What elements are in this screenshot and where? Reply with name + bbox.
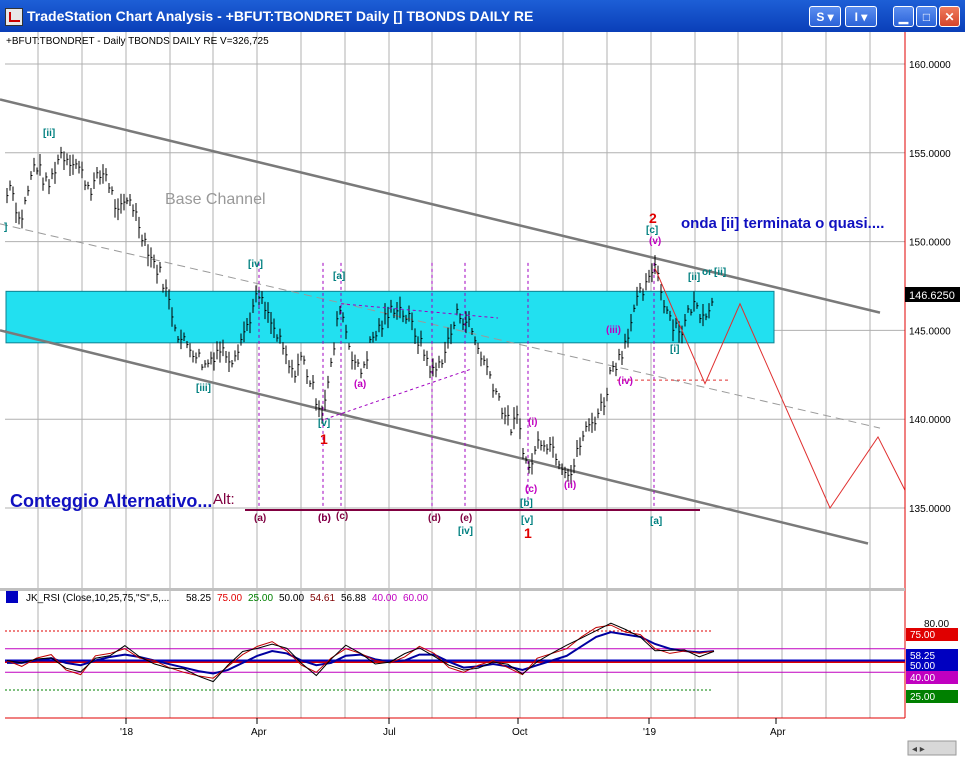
time-tick-label: '18: [120, 727, 133, 738]
wave-label: or: [702, 267, 712, 278]
wave-label: [ii]: [43, 128, 55, 139]
minimize-icon: ▁: [898, 10, 909, 24]
i-menu-button[interactable]: I ▾: [845, 6, 877, 27]
conteggio-annotation: Conteggio Alternativo...: [10, 491, 212, 511]
wave-label: [a]: [333, 271, 345, 282]
pane-divider[interactable]: [0, 588, 905, 591]
price-tick-label: 140.0000: [909, 415, 951, 426]
cyan-zone: [5, 290, 775, 344]
time-axis: '18 Apr Jul Oct '19 Apr: [120, 718, 786, 738]
indicator-value: 60.00: [403, 593, 428, 604]
wave-label: (iii): [606, 325, 621, 336]
time-tick-label: '19: [643, 727, 656, 738]
maximize-icon: □: [922, 10, 931, 24]
wave-label: [c]: [646, 225, 658, 236]
wave-label: (d): [428, 513, 441, 524]
wave-label: [a]: [650, 516, 662, 527]
window-title: TradeStation Chart Analysis - +BFUT:TBON…: [27, 8, 534, 24]
time-tick-label: Apr: [770, 727, 786, 738]
price-tick-label: 155.0000: [909, 149, 951, 160]
indicator-value: 58.25: [186, 593, 211, 604]
wave-label: 2: [649, 210, 657, 226]
wave-label: [v]: [318, 418, 330, 429]
indicator-value: 25.00: [248, 593, 273, 604]
wave-label: 1: [320, 431, 328, 447]
wave-label: (ii): [564, 480, 576, 491]
indicator-value: 50.00: [279, 593, 304, 604]
wave-label: [i]: [670, 344, 679, 355]
minimize-button[interactable]: ▁: [893, 6, 914, 27]
s-menu-button[interactable]: S ▾: [809, 6, 841, 27]
wave-label: [b]: [520, 498, 533, 509]
wave-label: [iii]: [196, 383, 211, 394]
rsi-value-badge-text: 75.00: [910, 630, 935, 641]
indicator-value: 56.88: [341, 593, 366, 604]
grid-lines: [5, 32, 905, 718]
base-channel-label: Base Channel: [165, 191, 266, 208]
price-tick-label: 160.0000: [909, 60, 951, 71]
wave-label: [iv]: [248, 259, 263, 270]
indicator-values: 58.25 75.00 25.00 50.00 54.61 56.88 40.00 60.00: [186, 593, 428, 604]
onda-annotation: onda [ii] terminata o quasi....: [681, 215, 884, 232]
maximize-button[interactable]: □: [916, 6, 937, 27]
wave-label: (a): [354, 379, 366, 390]
price-tick-label: 135.0000: [909, 504, 951, 515]
chart-header: +BFUT:TBONDRET - Daily TBONDS DAILY RE V…: [6, 36, 269, 47]
rsi-value-badge-text: 50.00: [910, 661, 935, 672]
time-tick-label: Oct: [512, 727, 528, 738]
price-chart-svg: [ii][iv][iii][a][v]1(a)(b)(i)(c)[b][v]1(…: [0, 32, 960, 756]
rsi-pane: 80.00: [5, 619, 949, 691]
wave-label: (b): [318, 513, 331, 524]
wave-label: (e): [460, 513, 472, 524]
time-tick-label: Jul: [383, 727, 396, 738]
indicator-value: 54.61: [310, 593, 335, 604]
last-price-text: 146.6250: [909, 290, 955, 302]
indicator-value: 40.00: [372, 593, 397, 604]
scroll-arrows-icon[interactable]: ◂ ▸: [912, 744, 925, 755]
wave-label: (a): [254, 513, 266, 524]
wave-label: (iv): [618, 376, 633, 387]
close-icon: ✕: [944, 10, 955, 24]
chart-area: [ii] [iv] [iii] [a] [v] 1 (a) (b) (i) (c) [b] [v] 1(…: [0, 32, 965, 761]
rsi-value-badge-text: 25.00: [910, 692, 935, 703]
indicator-color-icon: [6, 591, 18, 603]
wave-label: (i): [528, 417, 537, 428]
wave-label: (c): [525, 484, 537, 495]
wave-label: [ii]: [714, 267, 726, 278]
price-tick-label: 145.0000: [909, 326, 951, 337]
close-button[interactable]: ✕: [939, 6, 960, 27]
wave-label: (v): [649, 236, 661, 247]
rsi-right-badges: 58.2575.0050.0040.0025.00: [906, 628, 958, 703]
wave-label: 1: [524, 525, 532, 541]
app-chart-icon: [5, 8, 23, 26]
rsi-value-badge-text: 40.00: [910, 673, 935, 684]
price-tick-label: 150.0000: [909, 238, 951, 249]
alt-annotation: Alt:: [213, 491, 235, 508]
wave-label: ]: [4, 222, 7, 233]
wave-label: [ii]: [688, 272, 700, 283]
indicator-value: 75.00: [217, 593, 242, 604]
wave-label: (c): [336, 511, 348, 522]
time-tick-label: Apr: [251, 727, 267, 738]
indicator-header: JK_RSI (Close,10,25,75,"S",5,...: [26, 593, 169, 604]
window-titlebar: TradeStation Chart Analysis - +BFUT:TBON…: [0, 0, 965, 32]
wave-label: [iv]: [458, 526, 473, 537]
